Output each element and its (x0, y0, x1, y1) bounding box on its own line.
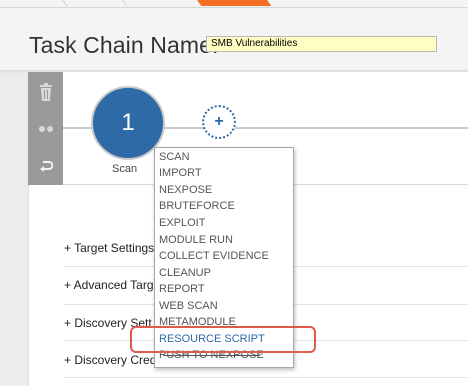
undo-icon[interactable] (28, 148, 63, 184)
add-step-button[interactable]: + (202, 105, 236, 139)
menu-item-import[interactable]: IMPORT (159, 167, 202, 179)
menu-item-cleanup[interactable]: CLEANUP (159, 267, 211, 279)
breadcrumb-bar (0, 0, 468, 8)
breadcrumb-step[interactable] (113, 0, 208, 6)
menu-item-bruteforce[interactable]: BRUTEFORCE (159, 200, 235, 212)
breadcrumb-step[interactable] (53, 0, 128, 6)
divider (64, 377, 468, 378)
breadcrumb-step[interactable] (0, 0, 68, 6)
trash-icon[interactable] (28, 74, 63, 110)
workflow-toolbar (28, 72, 63, 185)
highlight-callout (130, 326, 316, 353)
menu-item-module-run[interactable]: MODULE RUN (159, 234, 233, 246)
menu-item-web-scan[interactable]: WEB SCAN (159, 300, 218, 312)
section-discovery-credentials[interactable]: + Discovery Cred (64, 353, 156, 367)
menu-item-scan[interactable]: SCAN (159, 151, 190, 163)
menu-item-nexpose[interactable]: NEXPOSE (159, 184, 212, 196)
plus-icon: + (214, 113, 224, 130)
menu-item-collect-evidence[interactable]: COLLECT EVIDENCE (159, 250, 269, 262)
dots-icon[interactable] (28, 111, 63, 147)
section-advanced-target[interactable]: + Advanced Targ (64, 278, 154, 292)
step-1-label: Scan (112, 163, 138, 175)
header: Task Chain Name: SMB Vulnerabilities (0, 8, 468, 71)
task-chain-name-label: Task Chain Name: (29, 32, 219, 58)
strikethrough-line (163, 355, 260, 356)
breadcrumb-step-active[interactable] (188, 0, 272, 6)
section-target-settings[interactable]: + Target Settings (64, 241, 154, 255)
menu-item-report[interactable]: REPORT (159, 283, 205, 295)
task-chain-name-input[interactable]: SMB Vulnerabilities (206, 36, 437, 52)
menu-item-exploit[interactable]: EXPLOIT (159, 217, 205, 229)
